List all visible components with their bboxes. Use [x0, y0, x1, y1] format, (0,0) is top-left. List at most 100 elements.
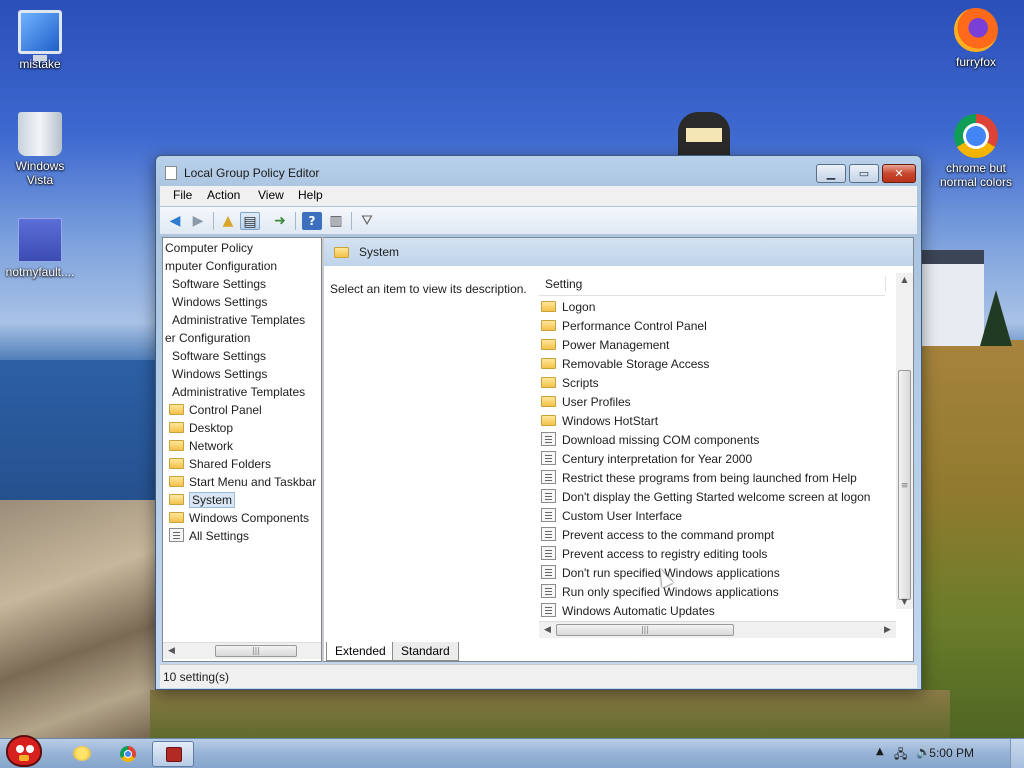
list-item[interactable]: Restrict these programs from being launc… [539, 469, 885, 488]
list-item[interactable]: Don't display the Getting Started welcom… [539, 488, 885, 507]
list-item[interactable]: Run only specified Windows applications [539, 583, 885, 602]
desktop-icon-recycle-bin[interactable]: Windows Vista [0, 112, 80, 187]
scroll-thumb[interactable]: ||| [215, 645, 297, 657]
properties-icon[interactable]: ▥ [326, 212, 346, 230]
list-item[interactable]: Don't run specified Windows applications [539, 564, 885, 583]
show-desktop-button[interactable] [1010, 739, 1024, 768]
explorer-icon [73, 746, 91, 761]
tab-standard[interactable]: Standard [392, 642, 459, 661]
network-icon[interactable]: 🖧 [894, 745, 907, 766]
menu-action[interactable]: Action [207, 188, 240, 202]
folder-icon [169, 476, 184, 487]
list-item[interactable]: Removable Storage Access [539, 355, 885, 374]
view-tabs: Extended Standard [322, 642, 914, 662]
policy-setting-icon [541, 470, 556, 484]
list-item[interactable]: Power Management [539, 336, 885, 355]
tree-item-desktop[interactable]: Desktop [169, 420, 233, 437]
close-button[interactable]: ✕ [882, 164, 916, 183]
list-item[interactable]: Windows Automatic Updates [539, 602, 885, 621]
tree-item-windows-components[interactable]: Windows Components [169, 510, 309, 527]
up-folder-icon[interactable]: ▲ [218, 212, 238, 230]
forward-arrow-icon[interactable]: ▶ [188, 212, 208, 230]
desktop-icon-label: furryfox [955, 55, 996, 69]
list-item[interactable]: User Profiles [539, 393, 885, 412]
tree-item-user-software-settings[interactable]: Software Settings [172, 348, 266, 365]
scroll-left-icon[interactable]: ◀ [539, 622, 556, 638]
start-button[interactable] [0, 731, 50, 768]
toolbar-separator [213, 212, 214, 230]
folder-icon [334, 247, 349, 258]
tree-item-computer-configuration[interactable]: mputer Configuration [165, 258, 277, 275]
scroll-left-icon[interactable]: ◀ [163, 643, 180, 659]
desktop-icon-label: Windows Vista [15, 159, 65, 187]
taskbar-explorer[interactable] [68, 743, 96, 765]
list-item[interactable]: Logon [539, 298, 885, 317]
taskbar: ▲ 🖧 🔊 5:00 PM [0, 735, 1024, 768]
export-list-icon[interactable]: ➜ [270, 212, 290, 230]
tree-item-user-windows-settings[interactable]: Windows Settings [172, 366, 267, 383]
navigation-tree: Computer Policy mputer Configuration Sof… [162, 237, 322, 662]
help-icon[interactable]: ? [302, 212, 322, 230]
tree-horizontal-scrollbar[interactable]: ◀ ||| [163, 642, 321, 659]
show-hidden-icons-icon[interactable]: ▲ [876, 746, 884, 757]
list-item[interactable]: Custom User Interface [539, 507, 885, 526]
all-settings-icon [169, 528, 184, 542]
thumbnail-icon [18, 218, 62, 262]
list-item[interactable]: Download missing COM components [539, 431, 885, 450]
scroll-thumb[interactable]: ||| [556, 624, 734, 636]
desktop-icon-mistake[interactable]: mistake [0, 10, 80, 71]
desktop-icon-furryfox[interactable]: furryfox [936, 8, 1016, 69]
scroll-thumb[interactable]: ≡ [898, 370, 911, 600]
list-item[interactable]: Century interpretation for Year 2000 [539, 450, 885, 469]
folder-icon [541, 396, 556, 407]
desktop-icon-chrome[interactable]: chrome but normal colors [932, 114, 1020, 189]
monitor-icon [18, 10, 62, 61]
list-item[interactable]: Performance Control Panel [539, 317, 885, 336]
wallpaper-house [922, 250, 984, 346]
show-hide-tree-icon[interactable]: ▤ [240, 212, 260, 230]
scroll-up-icon[interactable]: ▲ [896, 273, 913, 287]
menu-file[interactable]: File [173, 188, 192, 202]
list-item[interactable]: Scripts [539, 374, 885, 393]
list-vertical-scrollbar[interactable]: ▲ ≡ ▼ [896, 273, 913, 609]
scroll-down-icon[interactable]: ▼ [896, 595, 913, 609]
desktop-icon-label: notmyfault.... [5, 265, 75, 279]
tree-item-administrative-templates[interactable]: Administrative Templates [172, 312, 305, 329]
minimize-button[interactable]: ▁ [816, 164, 846, 183]
list-item[interactable]: Prevent access to registry editing tools [539, 545, 885, 564]
tree-item-software-settings[interactable]: Software Settings [172, 276, 266, 293]
clock[interactable]: 5:00 PM [929, 746, 974, 760]
tree-item-start-menu-and-taskbar[interactable]: Start Menu and Taskbar [169, 474, 316, 491]
list-item[interactable]: Prevent access to the command prompt [539, 526, 885, 545]
tab-extended[interactable]: Extended [326, 642, 395, 661]
title-bar[interactable]: Local Group Policy Editor ▁ ▭ ✕ [156, 156, 921, 186]
list-item[interactable]: Windows HotStart [539, 412, 885, 431]
scroll-right-icon[interactable]: ▶ [879, 622, 896, 638]
column-header-setting[interactable]: Setting [539, 273, 886, 296]
menu-view[interactable]: View [258, 188, 284, 202]
tree-item-windows-settings[interactable]: Windows Settings [172, 294, 267, 311]
tree-item-shared-folders[interactable]: Shared Folders [169, 456, 271, 473]
system-tray: ▲ 🖧 🔊 5:00 PM [864, 739, 1024, 768]
tree-item-system[interactable]: System [169, 492, 236, 509]
maximize-button[interactable]: ▭ [849, 164, 879, 183]
toolbar: ◀ ▶ ▲ ▤ ➜ ? ▥ ⛛ [160, 207, 917, 235]
menu-help[interactable]: Help [298, 188, 323, 202]
status-text: 10 setting(s) [163, 670, 230, 684]
desktop-icon-notmyfault[interactable]: notmyfault.... [0, 218, 80, 279]
tree-item-control-panel[interactable]: Control Panel [169, 402, 262, 419]
folder-icon [541, 320, 556, 331]
filter-icon[interactable]: ⛛ [357, 212, 377, 230]
tree-item-all-settings[interactable]: All Settings [169, 528, 249, 545]
taskbar-chrome[interactable] [114, 743, 142, 765]
chrome-icon [120, 746, 136, 762]
policy-setting-icon [541, 565, 556, 579]
list-horizontal-scrollbar[interactable]: ◀ ||| ▶ [539, 621, 896, 638]
tree-item-computer-policy[interactable]: Computer Policy [165, 240, 253, 257]
tree-item-user-administrative-templates[interactable]: Administrative Templates [172, 384, 305, 401]
taskbar-group-policy-editor[interactable] [152, 741, 194, 767]
toolbar-separator [351, 212, 352, 230]
tree-item-user-configuration[interactable]: er Configuration [165, 330, 250, 347]
tree-item-network[interactable]: Network [169, 438, 233, 455]
back-arrow-icon[interactable]: ◀ [165, 212, 185, 230]
